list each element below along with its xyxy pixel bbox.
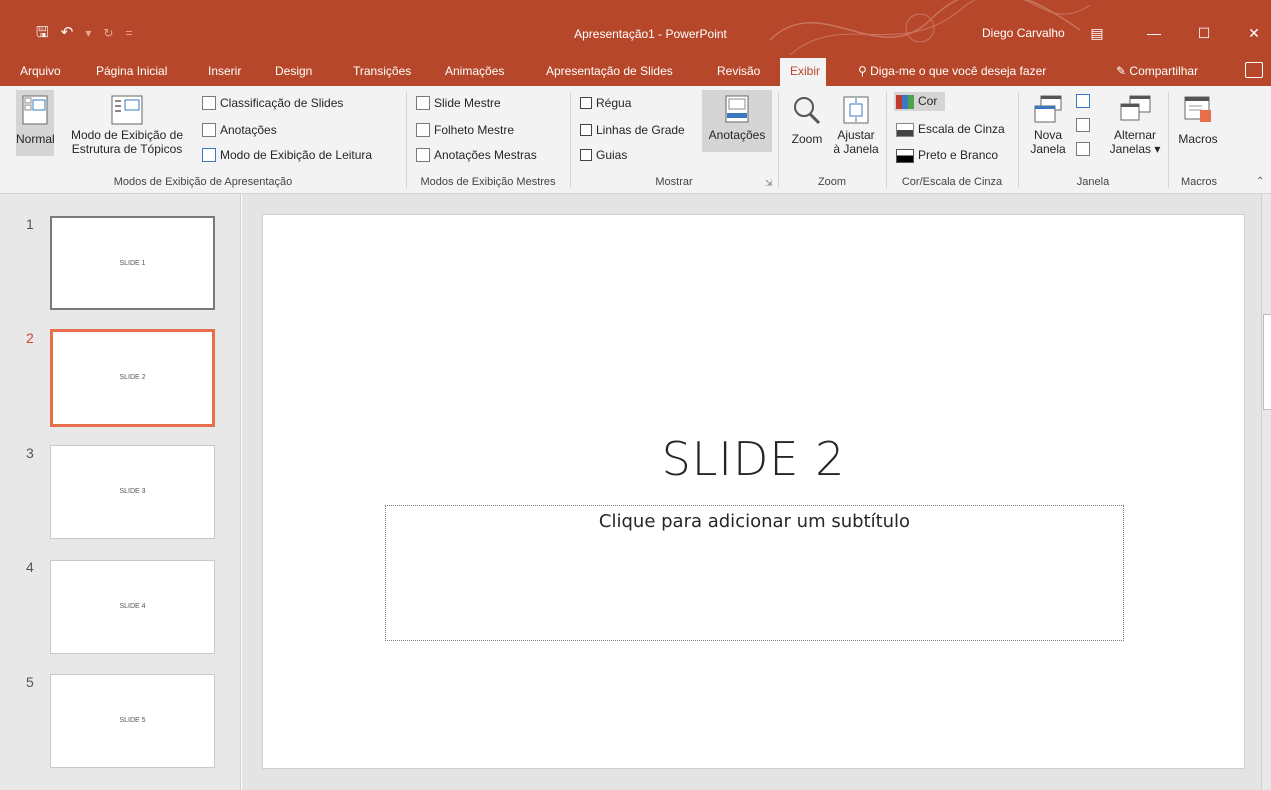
tab-apresentacao-de-slides[interactable]: Apresentação de Slides	[536, 58, 683, 86]
guides-check-box	[580, 148, 592, 161]
slide-thumbnail[interactable]: SLIDE 5	[50, 674, 215, 768]
maximize-icon[interactable]: ☐	[1187, 22, 1221, 44]
switch-windows-button[interactable]: Alternar Janelas ▾	[1108, 90, 1162, 170]
notes-page-button[interactable]: Anotações	[202, 122, 277, 138]
tab-pagina-inicial[interactable]: Página Inicial	[86, 58, 177, 86]
slide-master-icon	[416, 95, 430, 110]
reading-view-icon	[202, 147, 216, 162]
share-icon: ✎	[1116, 64, 1127, 78]
notes-page-icon	[202, 122, 216, 137]
tab-arquivo[interactable]: Arquivo	[10, 58, 71, 86]
share-button[interactable]: ✎ Compartilhar	[1116, 58, 1198, 86]
outline-view-icon	[111, 95, 143, 125]
user-name[interactable]: Diego Carvalho	[982, 26, 1065, 40]
tab-revisao[interactable]: Revisão	[707, 58, 770, 86]
ribbon-tabs: Arquivo Página Inicial Inserir Design Tr…	[0, 58, 1271, 86]
fit-to-window-icon	[843, 96, 869, 124]
macros-icon	[1184, 96, 1211, 122]
separator	[406, 92, 407, 188]
color-swatch-icon	[896, 94, 914, 109]
slide-sorter-icon	[202, 95, 216, 110]
ruler-check-box	[580, 96, 592, 109]
handout-master-button[interactable]: Folheto Mestre	[416, 122, 514, 138]
slide-thumbnail[interactable]: SLIDE 3	[50, 445, 215, 539]
scrollbar-thumb[interactable]	[1263, 314, 1271, 410]
subtitle-placeholder-text: Clique para adicionar um subtítulo	[598, 511, 911, 532]
handout-master-icon	[416, 122, 430, 137]
slide-thumbnail[interactable]: SLIDE 2	[50, 329, 215, 427]
move-split-icon[interactable]	[1076, 141, 1094, 157]
new-window-icon	[1034, 95, 1062, 123]
group-label-show: Mostrar	[655, 176, 693, 188]
lightbulb-icon: ⚲	[858, 64, 867, 78]
separator	[778, 92, 779, 188]
thumbnail-number: 5	[26, 674, 34, 690]
notes-master-icon	[416, 147, 430, 162]
slide-master-button[interactable]: Slide Mestre	[416, 95, 501, 111]
zoom-button[interactable]: Zoom	[786, 90, 828, 156]
macros-button[interactable]: Macros	[1174, 90, 1222, 156]
magnifier-icon	[794, 97, 821, 125]
tab-design[interactable]: Design	[265, 58, 322, 86]
notes-icon	[725, 95, 749, 123]
vertical-scrollbar[interactable]	[1261, 194, 1271, 790]
slide-thumbnail[interactable]: SLIDE 1	[50, 216, 215, 310]
slide-sorter-button[interactable]: Classificação de Slides	[202, 95, 343, 111]
comments-icon[interactable]	[1245, 62, 1263, 78]
tab-animacoes[interactable]: Animações	[435, 58, 514, 86]
slide-canvas[interactable]	[262, 214, 1245, 769]
grayscale-icon	[896, 122, 914, 137]
notes-master-button[interactable]: Anotações Mestras	[416, 147, 537, 163]
black-white-icon	[896, 148, 914, 163]
show-dialog-launcher-icon[interactable]: ⇲	[765, 178, 773, 189]
notes-button[interactable]: Anotações	[702, 90, 772, 152]
slide-thumbnail[interactable]: SLIDE 4	[50, 560, 215, 654]
ruler-checkbox[interactable]: Régua	[580, 96, 631, 110]
title-bar: 🖫 ↶ ▾ ↻ = Apresentação1 - PowerPoint Die…	[0, 0, 1271, 58]
tell-me-search[interactable]: ⚲ Diga-me o que você deseja fazer	[858, 58, 1046, 86]
close-icon[interactable]: ✕	[1237, 22, 1271, 44]
ribbon: Normal Modo de Exibição de Estrutura de …	[0, 86, 1271, 194]
tab-exibir[interactable]: Exibir	[780, 58, 826, 86]
minimize-icon[interactable]: —	[1137, 22, 1171, 44]
group-label-macros: Macros	[1180, 176, 1218, 188]
normal-view-icon	[22, 95, 48, 125]
cascade-icon[interactable]	[1076, 117, 1094, 133]
gridlines-check-box	[580, 123, 592, 136]
thumbnail-number: 2	[26, 330, 34, 346]
tab-inserir[interactable]: Inserir	[198, 58, 251, 86]
thumbnail-number: 3	[26, 445, 34, 461]
separator	[1168, 92, 1169, 188]
grayscale-button[interactable]: Escala de Cinza	[896, 122, 1005, 137]
group-label-color: Cor/Escala de Cinza	[901, 176, 1003, 188]
thumbnail-number: 4	[26, 559, 34, 575]
color-button[interactable]: Cor	[894, 92, 946, 111]
separator	[886, 92, 887, 188]
switch-windows-icon	[1120, 95, 1151, 121]
group-label-master-views: Modos de Exibição Mestres	[420, 176, 556, 188]
tab-transicoes[interactable]: Transições	[343, 58, 421, 86]
group-label-window: Janela	[1076, 176, 1110, 188]
collapse-ribbon-icon[interactable]: ⌃	[1256, 176, 1264, 187]
slide-title[interactable]: SLIDE 2	[262, 432, 1245, 486]
guides-checkbox[interactable]: Guias	[580, 148, 627, 162]
separator	[1018, 92, 1019, 188]
separator	[570, 92, 571, 188]
reading-view-button[interactable]: Modo de Exibição de Leitura	[202, 147, 372, 163]
black-and-white-button[interactable]: Preto e Branco	[896, 148, 998, 163]
thumbnail-number: 1	[26, 216, 34, 232]
group-label-presentation-views: Modos de Exibição de Apresentação	[113, 176, 293, 188]
group-label-zoom: Zoom	[817, 176, 847, 188]
new-window-button[interactable]: Nova Janela	[1026, 90, 1070, 170]
ribbon-display-options-icon[interactable]: ▤	[1080, 22, 1114, 44]
outline-view-button[interactable]: Modo de Exibição de Estrutura de Tópicos	[56, 90, 198, 174]
fit-to-window-button[interactable]: Ajustar à Janela	[832, 90, 880, 170]
gridlines-checkbox[interactable]: Linhas de Grade	[580, 123, 685, 137]
arrange-all-icon[interactable]	[1076, 93, 1094, 109]
normal-view-button[interactable]: Normal	[16, 90, 55, 156]
